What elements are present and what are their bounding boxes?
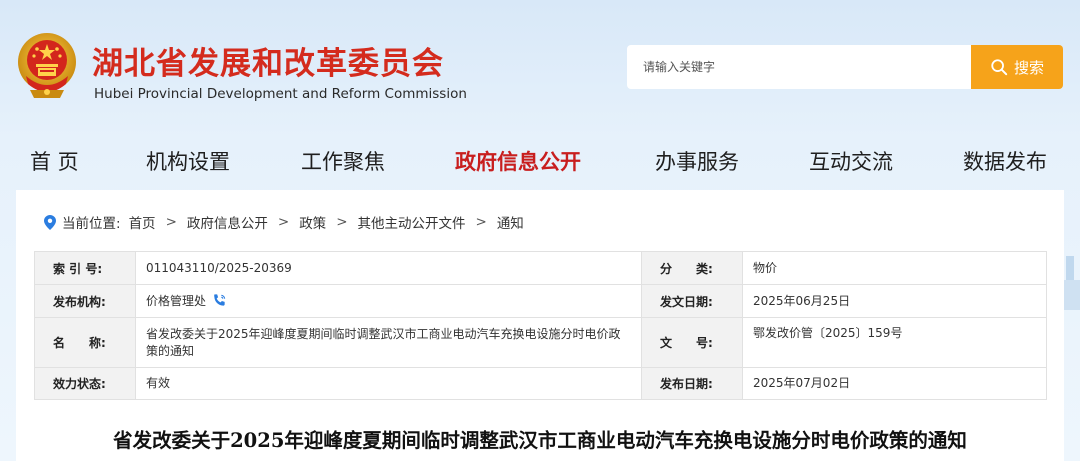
info-value: 物价 bbox=[742, 251, 1047, 285]
publisher-name: 价格管理处 bbox=[146, 293, 207, 308]
breadcrumb-home[interactable]: 首页 bbox=[129, 212, 156, 232]
table-row: 发布机构: 价格管理处 发文日期: 2025年06月25日 bbox=[34, 284, 1047, 318]
info-value-publisher: 价格管理处 bbox=[135, 284, 642, 318]
info-value: 2025年07月02日 bbox=[742, 367, 1047, 400]
search-button-label: 搜索 bbox=[1013, 58, 1044, 77]
site-subtitle-en: Hubei Provincial Development and Reform … bbox=[94, 86, 467, 102]
nav-item-home[interactable]: 首 页 bbox=[30, 146, 79, 176]
info-label: 文 号: bbox=[641, 317, 743, 368]
nav-item-gov-info[interactable]: 政府信息公开 bbox=[455, 146, 581, 176]
nav-item-work-focus[interactable]: 工作聚焦 bbox=[301, 146, 385, 176]
table-row: 效力状态: 有效 发布日期: 2025年07月02日 bbox=[34, 367, 1047, 400]
site-title: 湖北省发展和改革委员会 bbox=[92, 46, 444, 82]
breadcrumb-prefix: 当前位置: bbox=[62, 216, 121, 232]
content-card: 当前位置: 首页 > 政府信息公开 > 政策 > 其他主动公开文件 > 通知 索… bbox=[16, 190, 1064, 461]
breadcrumb-policy[interactable]: 政策 bbox=[299, 212, 326, 232]
breadcrumb-separator: > bbox=[336, 214, 348, 230]
breadcrumb-gov-info[interactable]: 政府信息公开 bbox=[187, 212, 268, 232]
nav-item-organization[interactable]: 机构设置 bbox=[146, 146, 230, 176]
info-value: 有效 bbox=[135, 367, 642, 400]
info-value: 鄂发改价管〔2025〕159号 bbox=[742, 317, 1047, 368]
nav-item-data-release[interactable]: 数据发布 bbox=[963, 146, 1047, 176]
document-title: 省发改委关于2025年迎峰度夏期间临时调整武汉市工商业电动汽车充换电设施分时电价… bbox=[113, 429, 967, 452]
info-label: 发布机构: bbox=[34, 284, 136, 318]
breadcrumb-separator: > bbox=[165, 214, 177, 230]
table-row: 索 引 号: 011043110/2025-20369 分 类: 物价 bbox=[34, 251, 1047, 285]
info-label: 索 引 号: bbox=[34, 251, 136, 285]
search-bar: 搜索 bbox=[627, 45, 1063, 89]
search-icon bbox=[991, 59, 1008, 76]
table-row: 名 称: 省发改委关于2025年迎峰度夏期间临时调整武汉市工商业电动汽车充换电设… bbox=[34, 317, 1047, 368]
breadcrumb-separator: > bbox=[277, 214, 290, 230]
location-pin-icon bbox=[44, 214, 56, 230]
info-label: 发文日期: bbox=[641, 284, 743, 318]
national-emblem-icon bbox=[16, 30, 78, 102]
info-value: 省发改委关于2025年迎峰度夏期间临时调整武汉市工商业电动汽车充换电设施分时电价… bbox=[135, 317, 642, 368]
info-value: 2025年06月25日 bbox=[742, 284, 1047, 318]
document-info-table: 索 引 号: 011043110/2025-20369 分 类: 物价 发布机构… bbox=[34, 251, 1047, 400]
breadcrumb-notice[interactable]: 通知 bbox=[497, 212, 524, 232]
nav-item-interaction[interactable]: 互动交流 bbox=[809, 146, 893, 176]
info-value: 011043110/2025-20369 bbox=[135, 251, 642, 285]
info-label: 效力状态: bbox=[34, 367, 136, 400]
info-label: 发布日期: bbox=[641, 367, 743, 400]
nav-item-services[interactable]: 办事服务 bbox=[655, 146, 739, 176]
breadcrumb-separator: > bbox=[475, 214, 487, 230]
main-nav: 首 页 机构设置 工作聚焦 政府信息公开 办事服务 互动交流 数据发布 bbox=[0, 146, 1080, 186]
search-input[interactable] bbox=[627, 45, 971, 89]
breadcrumb-other-files[interactable]: 其他主动公开文件 bbox=[358, 212, 466, 232]
info-label: 名 称: bbox=[34, 317, 136, 368]
info-label: 分 类: bbox=[641, 251, 743, 285]
search-button[interactable]: 搜索 bbox=[971, 45, 1063, 89]
breadcrumb: 当前位置: 首页 > 政府信息公开 > 政策 > 其他主动公开文件 > 通知 bbox=[44, 212, 524, 232]
phone-icon[interactable] bbox=[212, 293, 227, 308]
